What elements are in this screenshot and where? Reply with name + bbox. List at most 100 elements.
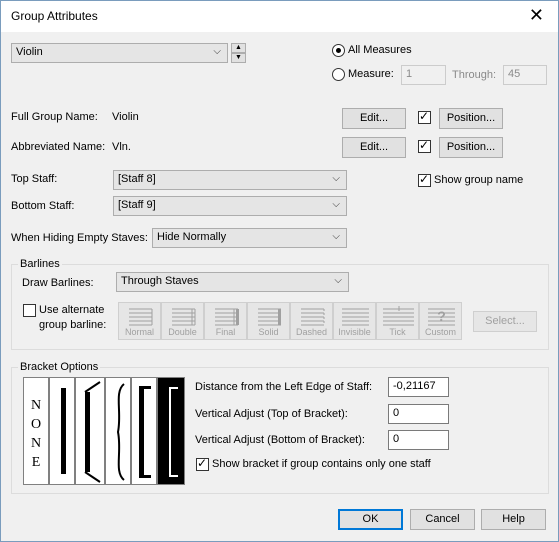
alternate-barline-label-2: group barline: [39,319,107,331]
radio-selected-dot [336,48,341,53]
abbreviated-name-show-checkbox[interactable]: ✓ [418,138,431,153]
checkmark-icon: ✓ [419,138,430,152]
barline-custom-icon: ? [428,308,455,326]
edit-full-name-button[interactable]: Edit... [342,108,406,129]
barline-type-label: Normal [124,327,154,337]
barline-invisible-icon [342,308,369,326]
dialog-title: Group Attributes [11,9,98,23]
bracket-curly-button[interactable] [105,377,131,485]
ok-button[interactable]: OK [338,509,403,530]
barline-normal-icon [129,308,153,326]
abbreviated-name-value: Vln. [112,141,131,153]
top-staff-select[interactable]: [Staff 8] ⌵ [113,170,347,190]
barline-final-icon [215,308,239,326]
none-letter: E [31,455,41,470]
edit-abbreviated-name-button[interactable]: Edit... [342,137,406,158]
show-group-name-label: Show group name [434,174,524,186]
hiding-empty-staves-select[interactable]: Hide Normally ⌵ [152,228,347,248]
full-group-name-value: Violin [112,111,139,123]
alternate-barline-label-1: Use alternate [39,304,105,316]
barline-invisible-button[interactable]: Invisible [333,302,376,340]
barline-tick-button[interactable]: Tick [376,302,419,340]
barline-dashed-button[interactable]: Dashed [290,302,333,340]
barline-solid-button[interactable]: Solid [247,302,290,340]
barline-type-label: Solid [258,327,279,337]
barline-normal-button[interactable]: Normal [118,302,161,340]
svg-text:?: ? [437,308,446,324]
close-icon[interactable]: ✕ [529,6,544,24]
chevron-down-icon: ⌵ [332,231,340,242]
show-bracket-single-staff-checkbox[interactable]: ✓ [196,456,209,471]
barline-custom-button[interactable]: ? Custom [419,302,462,340]
full-name-show-checkbox[interactable]: ✓ [418,109,431,124]
title-bar: Group Attributes ✕ [1,1,558,32]
group-select[interactable]: Violin ⌵ [11,43,228,63]
barline-type-label: Double [168,327,197,337]
barline-double-button[interactable]: Double [161,302,204,340]
all-measures-radio[interactable] [332,44,345,57]
bottom-staff-value: [Staff 9] [118,199,156,211]
chevron-down-icon: ⌵ [332,173,340,184]
vertical-adjust-top-field[interactable]: 0 [388,404,449,424]
through-label: Through: [452,69,497,81]
measure-through-field[interactable]: 45 [503,65,547,85]
vertical-adjust-bottom-label: Vertical Adjust (Bottom of Bracket): [195,434,365,446]
barline-type-label: Final [215,327,236,337]
bracket-square-thick-button[interactable] [131,377,157,485]
top-staff-label: Top Staff: [11,173,58,185]
checkmark-icon: ✓ [197,456,208,470]
barlines-group-title: Barlines [18,258,62,270]
group-select-value: Violin [16,46,43,58]
hiding-empty-staves-value: Hide Normally [157,231,227,243]
checkmark-icon: ✓ [419,109,430,123]
bracket-none-button[interactable]: N O N E [23,377,49,485]
position-full-name-button[interactable]: Position... [439,108,503,129]
spin-up-icon[interactable]: ▲ [231,43,246,53]
chevron-down-icon: ⌵ [334,275,342,286]
barline-type-label: Custom [424,327,456,337]
barline-double-icon [172,308,196,326]
help-button[interactable]: Help [481,509,546,530]
curly-brace-icon [116,383,125,481]
bracket-options-group-title: Bracket Options [18,361,101,373]
show-group-name-checkbox[interactable]: ✓ [418,172,431,187]
measure-label: Measure: [348,68,394,80]
none-letter: O [30,417,42,432]
position-abbreviated-name-button[interactable]: Position... [439,137,503,158]
group-attributes-dialog: Group Attributes ✕ Violin ⌵ ▲ ▼ All Meas… [0,0,559,542]
measure-range-radio[interactable] [332,68,345,81]
bracket-square-thin-button-selected[interactable] [157,377,185,485]
bracket-straight-hooks-button[interactable] [75,377,105,485]
bottom-staff-select[interactable]: [Staff 9] ⌵ [113,196,347,216]
alternate-barline-checkbox[interactable] [23,304,36,317]
select-custom-barline-button[interactable]: Select... [473,311,537,332]
draw-barlines-select[interactable]: Through Staves ⌵ [116,272,349,292]
square-thin-bracket-icon [169,387,178,477]
barline-tick-icon [383,306,414,326]
measure-from-field[interactable]: 1 [401,65,446,85]
vertical-adjust-top-label: Vertical Adjust (Top of Bracket): [195,408,348,420]
checkmark-icon: ✓ [419,172,430,186]
draw-barlines-label: Draw Barlines: [22,277,94,289]
bracket-none-label: N O N E [24,396,48,472]
vertical-adjust-bottom-field[interactable]: 0 [388,430,449,450]
barline-type-label: Invisible [338,327,371,337]
spin-down-icon[interactable]: ▼ [231,53,246,63]
none-letter: N [30,398,42,413]
group-spinner[interactable]: ▲ ▼ [231,43,246,63]
show-bracket-single-staff-label: Show bracket if group contains only one … [212,458,431,470]
top-staff-value: [Staff 8] [118,173,156,185]
bracket-thick-line-button[interactable] [49,377,75,485]
distance-left-edge-label: Distance from the Left Edge of Staff: [195,381,373,393]
barline-type-label: Dashed [295,327,328,337]
abbreviated-name-label: Abbreviated Name: [11,141,106,153]
hiding-empty-staves-label: When Hiding Empty Staves: [11,232,148,244]
cancel-button[interactable]: Cancel [410,509,475,530]
distance-left-edge-field[interactable]: -0,21167 [388,377,449,397]
barline-type-label: Tick [389,327,406,337]
full-group-name-label: Full Group Name: [11,111,98,123]
draw-barlines-value: Through Staves [121,275,199,287]
barline-final-button[interactable]: Final [204,302,247,340]
barline-dashed-icon [301,308,325,326]
barline-solid-icon [258,308,281,326]
